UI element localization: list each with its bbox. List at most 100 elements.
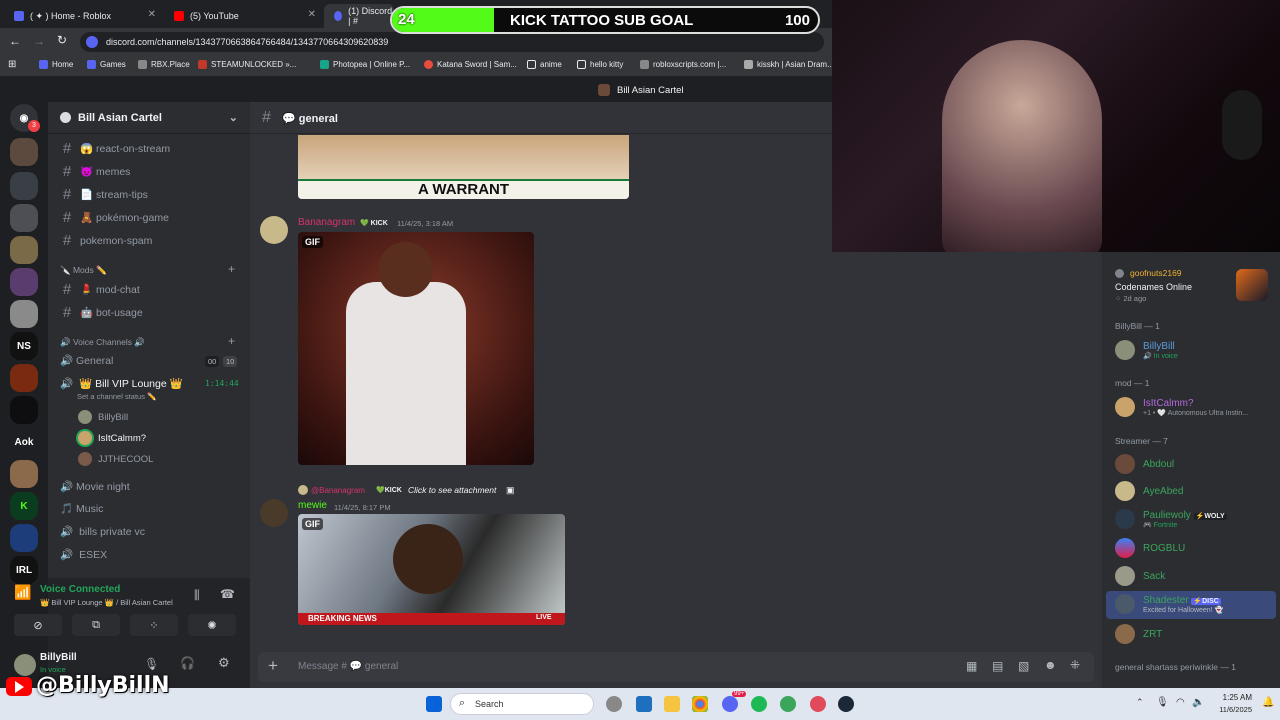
opera-icon[interactable]: [810, 696, 826, 712]
gift-icon[interactable]: ▦: [966, 659, 977, 673]
volume-icon[interactable]: 🔈: [1192, 697, 1204, 708]
member-item[interactable]: Abdoul: [1115, 454, 1174, 474]
message-author[interactable]: mewie: [298, 500, 327, 511]
channel-status[interactable]: Set a channel status ✏️: [77, 392, 156, 401]
voice-connected-title[interactable]: Voice Connected: [40, 584, 120, 595]
server-icon[interactable]: [10, 460, 38, 488]
bookmark-photopea[interactable]: Photopea | Online P...: [320, 60, 410, 69]
bookmark-steamunlocked[interactable]: STEAMUNLOCKED »...: [198, 60, 296, 69]
member-item[interactable]: Sack: [1115, 566, 1165, 586]
bookmark-kisskh[interactable]: kisskh | Asian Dram...: [744, 60, 834, 69]
mouse-icon[interactable]: [606, 696, 622, 712]
close-icon[interactable]: ✕: [308, 9, 316, 20]
avatar[interactable]: [260, 216, 288, 244]
voice-user[interactable]: BillyBill: [78, 410, 128, 424]
signal-icon[interactable]: 📶: [14, 584, 31, 601]
add-channel-icon[interactable]: +: [228, 262, 235, 276]
spotify-icon[interactable]: [751, 696, 767, 712]
tray-chevron-icon[interactable]: ⌃: [1136, 697, 1144, 708]
member-item[interactable]: ROGBLU: [1115, 538, 1185, 558]
voice-channel-bills-private[interactable]: 🔊 bills private vc: [60, 525, 145, 539]
reply-author[interactable]: @Bananagram: [311, 486, 365, 495]
channel-mod-chat[interactable]: # 💄 mod-chat: [60, 281, 140, 298]
bookmark-robloxscripts[interactable]: robloxscripts.com |...: [640, 60, 726, 69]
image-attachment[interactable]: A WARRANT: [298, 135, 629, 199]
url-field[interactable]: discord.com/channels/1343770663864766484…: [80, 32, 824, 52]
camera-off-button[interactable]: ⊘: [14, 614, 62, 636]
steam-icon[interactable]: [838, 696, 854, 712]
site-info-icon[interactable]: [86, 36, 98, 48]
bookmark-rbxplace[interactable]: RBX.Place: [138, 60, 190, 69]
file-explorer-icon[interactable]: [664, 696, 680, 712]
close-icon[interactable]: ✕: [148, 9, 156, 20]
windows-start-icon[interactable]: [426, 696, 442, 712]
back-icon[interactable]: ←: [9, 34, 21, 48]
category-mods[interactable]: 🔪 Mods ✏️: [60, 265, 107, 276]
bookmark-hello-kitty[interactable]: hello kitty: [577, 60, 623, 69]
voice-user[interactable]: IsItCalmm?: [78, 431, 146, 445]
bookmark-home[interactable]: Home: [39, 60, 73, 69]
username[interactable]: BillyBill: [40, 652, 77, 663]
notification-bell-icon[interactable]: 🔔: [1262, 697, 1274, 708]
member-item[interactable]: ZRT: [1115, 624, 1162, 644]
category-voice[interactable]: 🔊 Voice Channels 🔊: [60, 337, 145, 348]
channel-pokemon-spam[interactable]: # pokemon-spam: [60, 232, 153, 249]
settings-gear-icon[interactable]: ⚙: [218, 655, 230, 671]
channel-stream-tips[interactable]: # 📄 stream-tips: [60, 186, 148, 203]
server-aok[interactable]: Aok: [10, 428, 38, 456]
server-icon[interactable]: [10, 204, 38, 232]
member-item[interactable]: Pauliewoly ⚡WOLY 🎮 Fortnite: [1115, 509, 1227, 529]
voice-channel-movie-night[interactable]: 🔊 Movie night: [60, 480, 130, 493]
soundboard-button[interactable]: ✺: [188, 614, 236, 636]
wifi-icon[interactable]: ◠: [1176, 697, 1185, 708]
microphone-icon[interactable]: 🎙: [144, 657, 159, 671]
channel-react-on-stream[interactable]: # 😱 react-on-stream: [60, 140, 170, 157]
voice-channel-vip-lounge[interactable]: 🔊 👑 Bill VIP Lounge 👑: [60, 377, 183, 390]
activity-game[interactable]: Codenames Online: [1115, 282, 1192, 292]
voice-connected-sub[interactable]: 👑 Bill VIP Lounge 👑 / Bill Asian Cartel: [40, 598, 173, 607]
channel-memes[interactable]: # 😈 memes: [60, 163, 131, 180]
voice-channel-general[interactable]: 🔊 General: [60, 354, 113, 367]
server-header[interactable]: Bill Asian Cartel ⌄: [48, 102, 250, 134]
member-item[interactable]: Shadester ⚡DISC Excited for Halloween! 👻: [1115, 594, 1223, 614]
server-irl[interactable]: IRL: [10, 556, 38, 584]
avatar[interactable]: [260, 499, 288, 527]
disconnect-icon[interactable]: ☎: [220, 587, 235, 601]
channel-bot-usage[interactable]: # 🤖 bot-usage: [60, 304, 143, 321]
bookmark-anime[interactable]: anime: [527, 60, 562, 69]
member-item[interactable]: BillyBill 🔊 In voice: [1115, 340, 1178, 360]
clock-time[interactable]: 1:25 AM: [1220, 693, 1252, 702]
server-ns[interactable]: NS: [10, 332, 38, 360]
emoji-icon[interactable]: ☻: [1044, 658, 1057, 672]
message-input[interactable]: + Message # 💬 general ▦ ▤ ▧ ☻ ⁜: [258, 652, 1094, 682]
gif-attachment[interactable]: GIF BREAKING NEWS LIVE: [298, 514, 565, 625]
discord-icon[interactable]: [722, 696, 738, 712]
voice-user[interactable]: JJTHECOOL: [78, 452, 153, 466]
microphone-icon[interactable]: 🎙: [1156, 697, 1169, 708]
add-attachment-icon[interactable]: +: [268, 656, 278, 676]
member-item[interactable]: AyeAbed: [1115, 481, 1183, 501]
apps-grid-icon[interactable]: ⊞: [8, 59, 16, 70]
server-icon[interactable]: [10, 524, 38, 552]
activities-button[interactable]: ⁘: [130, 614, 178, 636]
server-icon[interactable]: [10, 364, 38, 392]
tab-youtube[interactable]: (5) YouTube ✕: [164, 4, 322, 28]
voice-channel-music[interactable]: 🎵 Music: [60, 502, 103, 515]
noise-suppression-icon[interactable]: ⫼: [194, 588, 200, 603]
sticker-icon[interactable]: ▧: [1018, 659, 1029, 673]
reload-icon[interactable]: ↻: [57, 33, 67, 47]
gif-icon[interactable]: ▤: [992, 659, 1003, 673]
member-item[interactable]: IsItCalmm? +1 • 🤍 Autonomous Ultra Instin…: [1115, 397, 1248, 417]
channel-pokemon-game[interactable]: # 🧸 pokémon-game: [60, 209, 169, 226]
forward-icon[interactable]: →: [33, 34, 45, 48]
screen-share-button[interactable]: ⧉: [72, 614, 120, 636]
gif-attachment[interactable]: GIF: [298, 232, 534, 465]
server-kick[interactable]: K: [10, 492, 38, 520]
voice-channel-esex[interactable]: 🔊 ESEX: [60, 548, 107, 562]
server-icon[interactable]: [10, 172, 38, 200]
add-channel-icon[interactable]: +: [228, 334, 235, 348]
tab-discord[interactable]: (1) Discord | #: [324, 4, 394, 28]
server-icon[interactable]: [10, 396, 38, 424]
bookmark-games[interactable]: Games: [87, 60, 126, 69]
server-icon[interactable]: [10, 300, 38, 328]
